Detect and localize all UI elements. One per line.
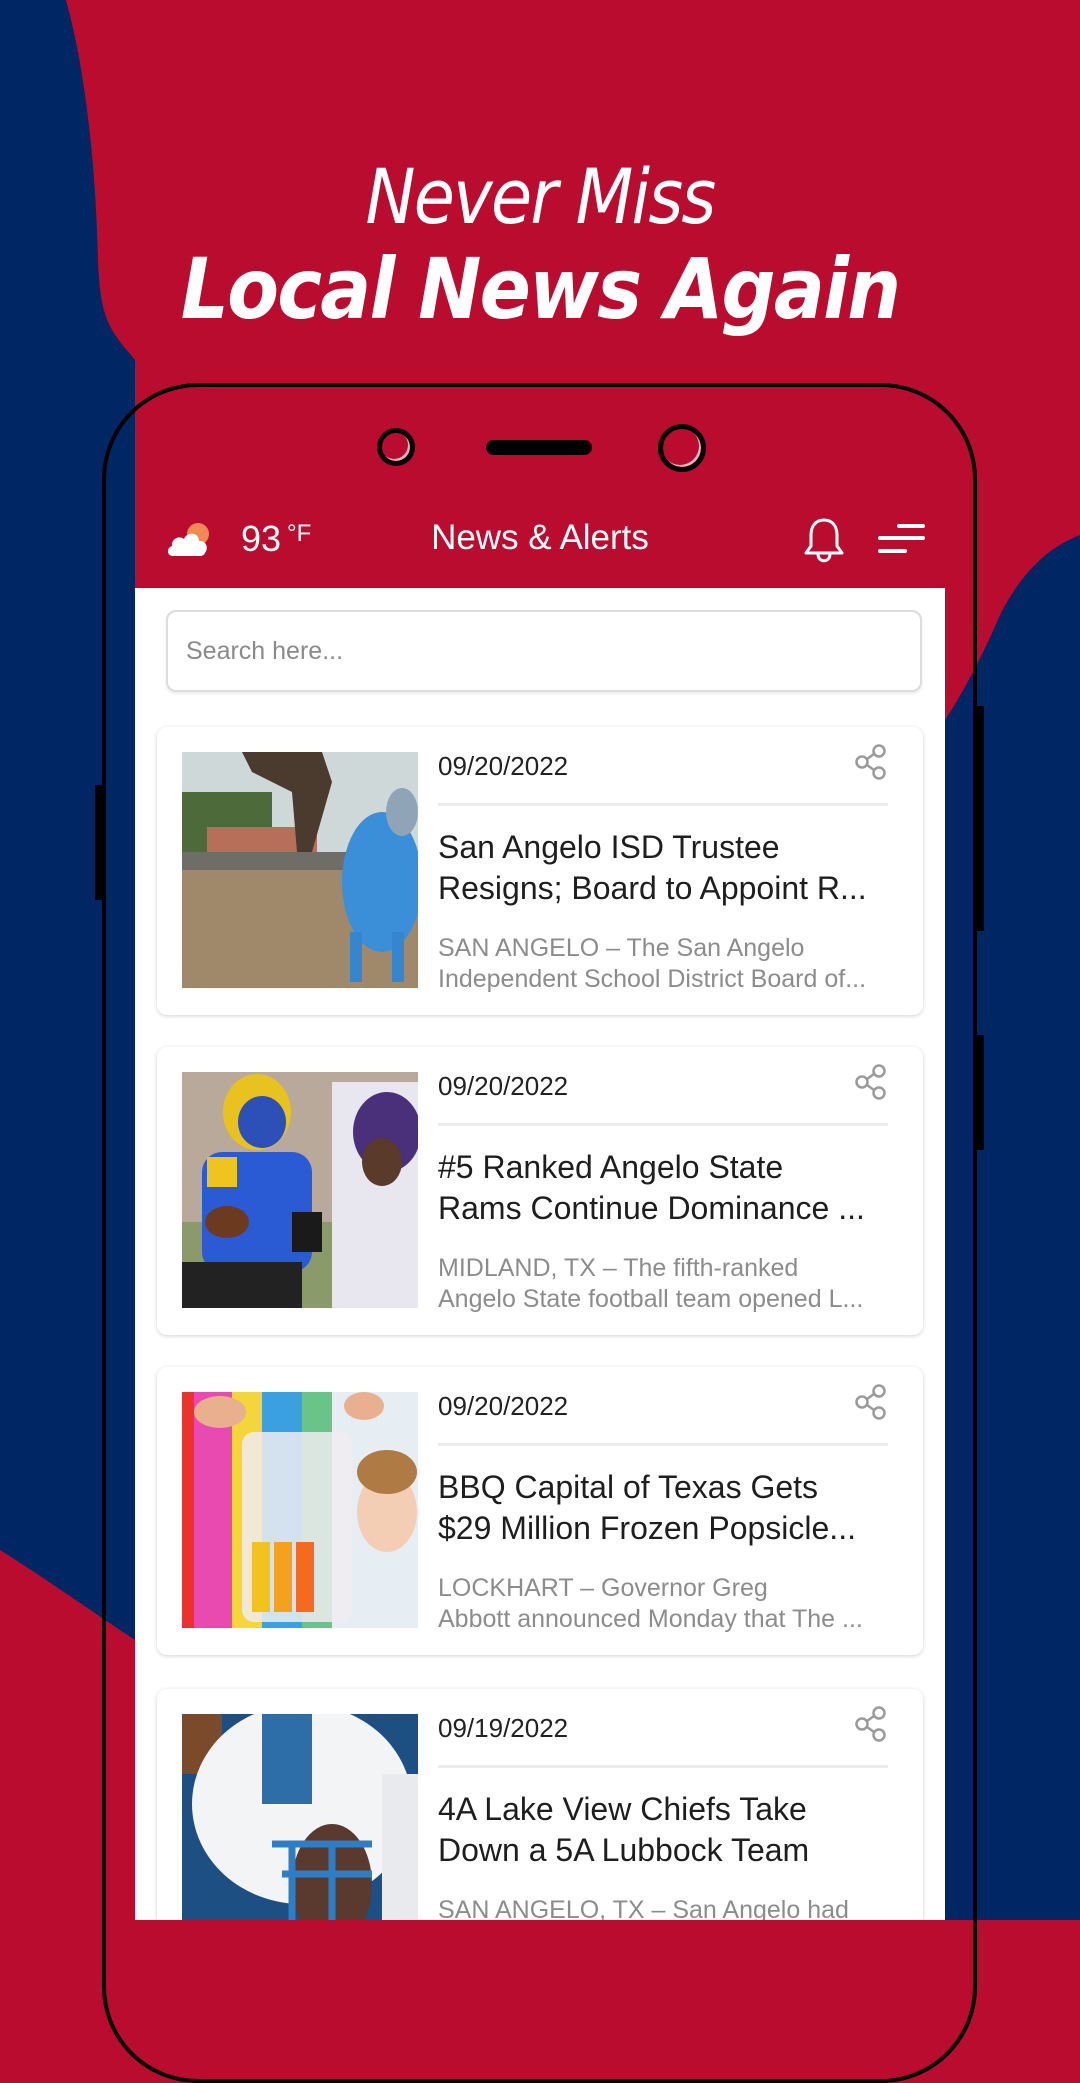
article-summary-line: Independent School District Board of... [438,965,867,993]
article-thumbnail[interactable] [182,752,418,988]
promo-headline-line2: Local News Again [180,240,901,338]
article-summary-line: Angelo State football team opened L... [438,1285,864,1313]
article-date: 09/19/2022 [438,1713,569,1743]
article-summary-line: LOCKHART – Governor Greg [438,1574,768,1602]
article-summary-line: MIDLAND, TX – The fifth-ranked [438,1254,799,1282]
article-summary: LOCKHART – Governor Greg Abbott announce… [438,1573,888,1635]
phone-power-button-right [976,1035,984,1150]
article-title-line: $29 Million Frozen Popsicle... [438,1510,856,1546]
share-icon[interactable] [854,1063,888,1101]
promo-headline-line1: Never Miss [365,152,716,241]
article-date: 09/20/2022 [438,751,569,781]
phone-volume-button-right [976,706,984,931]
bell-icon[interactable] [801,514,847,570]
article-title-line: 4A Lake View Chiefs Take [438,1791,807,1827]
article-title[interactable]: San Angelo ISD Trustee Resigns; Board to… [438,827,888,909]
article-summary: SAN ANGELO, TX – San Angelo had [438,1895,888,1920]
card-divider [438,1123,888,1126]
phone-speaker [486,440,592,455]
article-thumbnail[interactable] [182,1072,418,1308]
article-title-line: Resigns; Board to Appoint R... [438,870,867,906]
article-thumbnail[interactable] [182,1714,418,1920]
news-card[interactable]: 09/20/2022 BBQ Capital of Texas Gets $29… [157,1367,923,1655]
search-input[interactable] [166,610,922,692]
article-summary: MIDLAND, TX – The fifth-ranked Angelo St… [438,1253,888,1315]
article-title-line: San Angelo ISD Trustee [438,829,780,865]
news-card[interactable]: 09/20/2022 #5 Ranked Angelo State Rams C… [157,1047,923,1335]
card-divider [438,1443,888,1446]
phone-camera-icon [658,424,706,472]
app-screen: 93 °F News & Alerts Search here... 09/20… [135,500,945,1920]
article-date: 09/20/2022 [438,1391,569,1421]
article-summary-line: SAN ANGELO, TX – San Angelo had [438,1896,849,1920]
article-summary-line: Abbott announced Monday that The ... [438,1605,863,1633]
article-thumbnail[interactable] [182,1392,418,1628]
article-summary-line: SAN ANGELO – The San Angelo [438,934,805,962]
article-title[interactable]: 4A Lake View Chiefs Take Down a 5A Lubbo… [438,1789,888,1871]
article-title[interactable]: BBQ Capital of Texas Gets $29 Million Fr… [438,1467,888,1549]
app-header: 93 °F News & Alerts [135,500,945,588]
article-title-line: Down a 5A Lubbock Team [438,1832,810,1868]
share-icon[interactable] [854,1383,888,1421]
phone-sensor-icon [377,428,415,466]
share-icon[interactable] [854,1705,888,1743]
article-title-line: BBQ Capital of Texas Gets [438,1469,819,1505]
article-title-line: #5 Ranked Angelo State [438,1149,784,1185]
phone-side-button-left [95,785,103,900]
article-summary: SAN ANGELO – The San Angelo Independent … [438,933,888,995]
news-card[interactable]: 09/19/2022 4A Lake View Chiefs Take Down… [157,1689,923,1920]
news-card[interactable]: 09/20/2022 San Angelo ISD Trustee Resign… [157,727,923,1015]
article-title[interactable]: #5 Ranked Angelo State Rams Continue Dom… [438,1147,888,1229]
article-date: 09/20/2022 [438,1071,569,1101]
article-title-line: Rams Continue Dominance ... [438,1190,865,1226]
menu-icon[interactable] [877,518,927,562]
news-list-content: 09/20/2022 San Angelo ISD Trustee Resign… [135,588,945,1920]
card-divider [438,803,888,806]
share-icon[interactable] [854,743,888,781]
card-divider [438,1765,888,1768]
